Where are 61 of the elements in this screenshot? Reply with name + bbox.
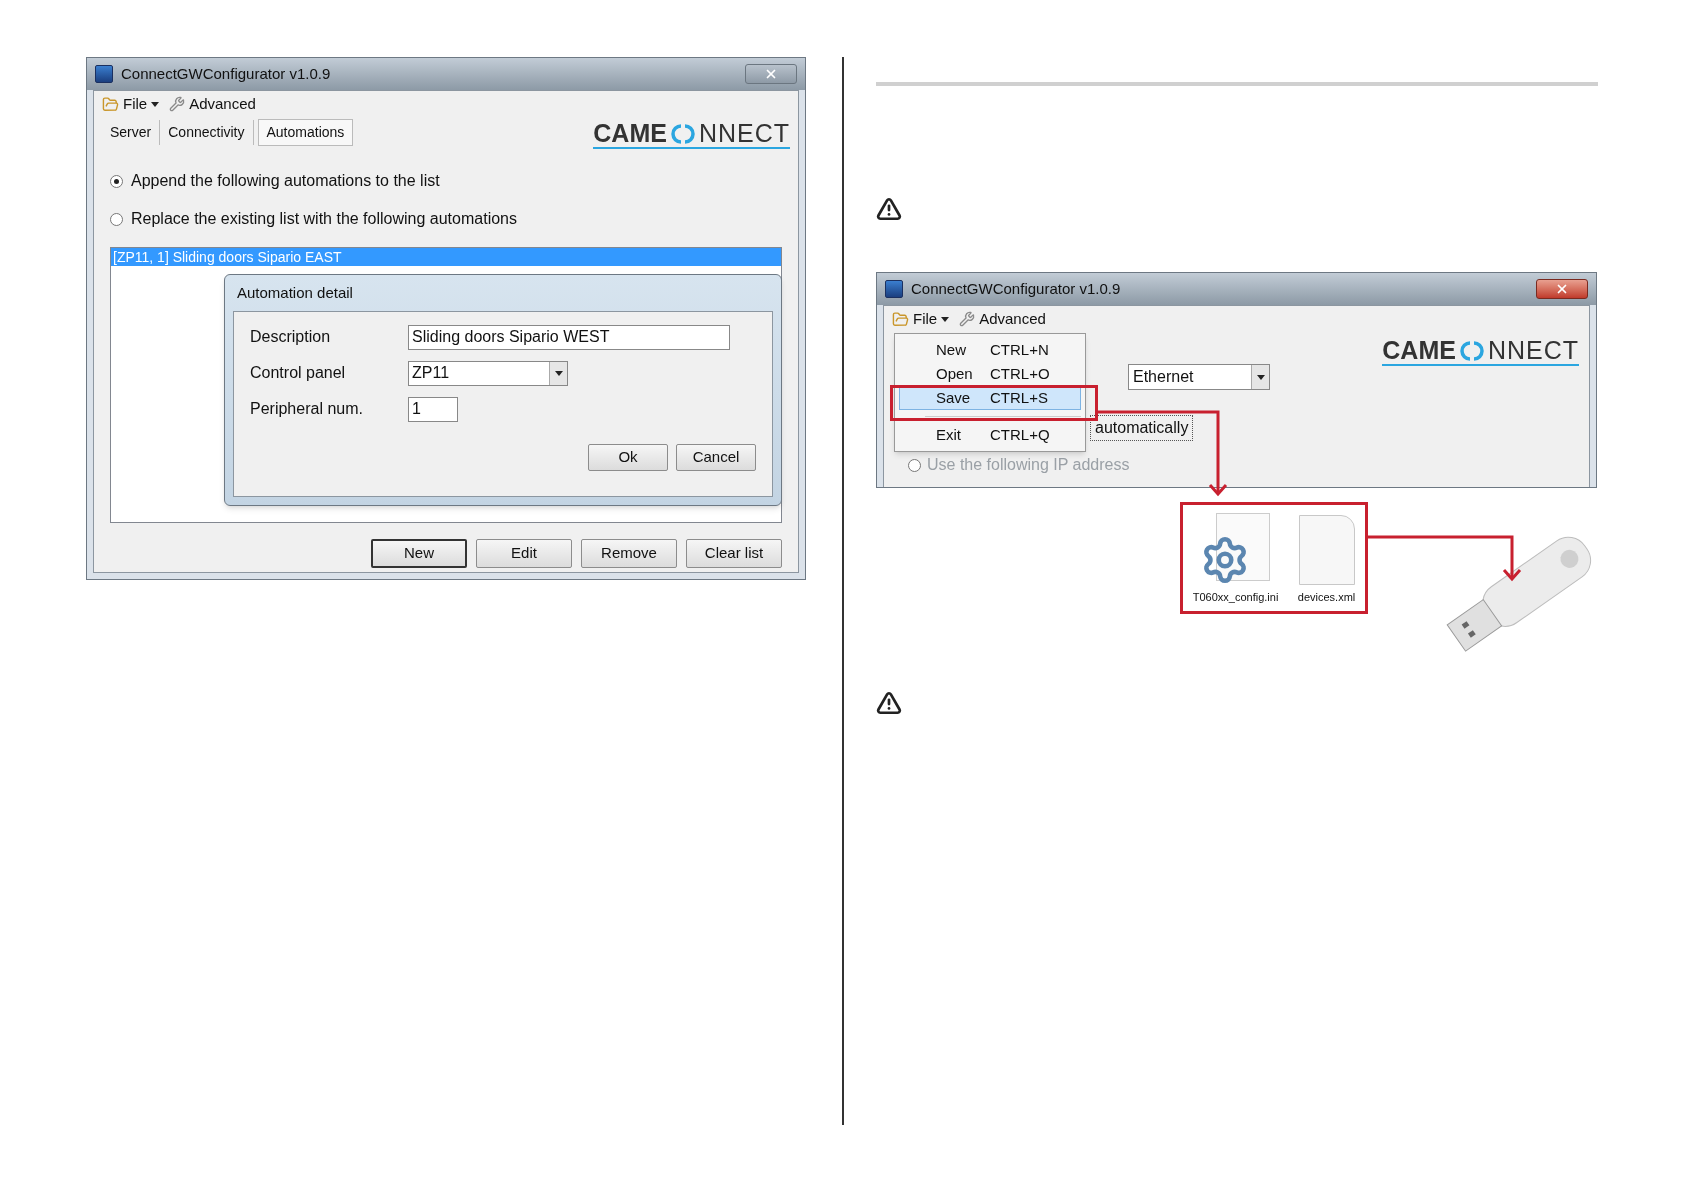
dialog-button[interactable]: Ok — [588, 444, 668, 471]
menu-item[interactable]: Open CTRL+O — [899, 362, 1081, 386]
caret-icon — [151, 101, 160, 107]
field-label: Description — [250, 327, 332, 347]
shortcut-label: CTRL+N — [989, 339, 1049, 360]
logo-wordmark: CAME — [1382, 338, 1456, 363]
close-icon — [764, 67, 778, 81]
dialog-title: Automation detail — [236, 283, 354, 303]
input-field[interactable]: 1 — [408, 396, 458, 422]
menu-item[interactable]: Save CTRL+S — [899, 386, 1081, 410]
logo-wordmark: NNECT — [1487, 338, 1579, 363]
option-label: automatically — [1090, 415, 1194, 441]
menu-item[interactable]: File — [892, 307, 950, 331]
menu-item[interactable]: Advanced — [169, 92, 256, 116]
logo-wordmark: CAME — [593, 121, 667, 146]
action-button[interactable]: New — [371, 539, 467, 568]
close-icon — [1555, 282, 1569, 296]
action-button[interactable]: Clear list — [686, 539, 782, 568]
dropdown-field[interactable]: ZP11 — [408, 360, 568, 386]
option-label: Replace the existing list with the following automations — [131, 209, 517, 229]
caret-icon — [554, 370, 563, 376]
file-name: T060xx_config.ini — [1192, 589, 1279, 605]
input-field[interactable]: Sliding doors Sipario WEST — [408, 324, 730, 350]
menu-item[interactable]: File — [102, 92, 160, 116]
radio-button[interactable] — [110, 174, 123, 188]
blank-file-icon — [1298, 514, 1355, 585]
dialog-button[interactable]: Cancel — [676, 444, 756, 471]
radio-button[interactable] — [908, 458, 921, 472]
caret-icon — [1256, 374, 1265, 380]
tab[interactable]: Automations — [257, 119, 354, 146]
warning-icon — [876, 196, 902, 222]
logo-wordmark: NNECT — [698, 121, 790, 146]
action-button[interactable]: Remove — [581, 539, 677, 568]
app-icon — [95, 65, 113, 83]
warning-icon — [876, 690, 902, 716]
tools-icon — [959, 311, 976, 327]
tab[interactable]: Connectivity — [160, 120, 254, 145]
caret-icon — [941, 316, 950, 322]
shortcut-label: CTRL+O — [989, 363, 1050, 384]
field-label: Peripheral num. — [250, 399, 364, 419]
folder-icon — [892, 310, 909, 328]
field-label: Control panel — [250, 363, 347, 383]
menu-item[interactable]: Advanced — [959, 307, 1046, 331]
file-name: devices.xml — [1297, 589, 1356, 605]
tools-icon — [169, 96, 186, 112]
menu-item[interactable]: New CTRL+N — [899, 338, 1081, 362]
dropdown-field[interactable]: Ethernet — [1128, 364, 1270, 390]
action-button[interactable]: Edit — [476, 539, 572, 568]
close-button[interactable] — [1536, 279, 1588, 299]
tab[interactable]: Server — [102, 120, 161, 145]
close-button[interactable] — [745, 64, 797, 84]
window-title: ConnectGWConfigurator v1.0.9 — [121, 63, 332, 84]
window-title: ConnectGWConfigurator v1.0.9 — [911, 278, 1122, 299]
menu-item[interactable]: Exit CTRL+Q — [899, 423, 1081, 447]
app-icon — [885, 280, 903, 298]
shortcut-label: CTRL+Q — [989, 424, 1050, 445]
radio-button[interactable] — [110, 212, 123, 226]
folder-icon — [102, 95, 119, 113]
option-label: Use the following IP address — [927, 455, 1130, 475]
shortcut-label: CTRL+S — [989, 387, 1048, 408]
option-label: Append the following automations to the list — [131, 171, 440, 191]
